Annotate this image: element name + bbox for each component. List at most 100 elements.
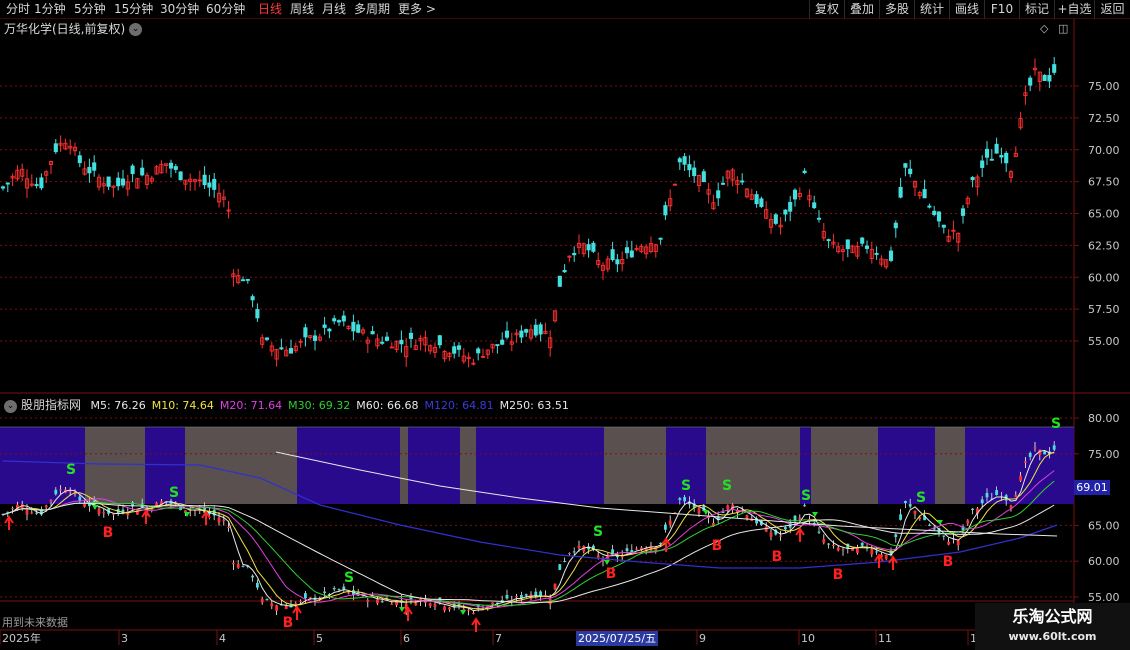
candle-body [572,253,577,256]
candle-body [692,167,697,177]
kline-chart[interactable]: B B B B B B B S S S S S S S S S 75.00 72.50 70.00 67.50 65.… [0,0,1130,650]
diamond-icon[interactable]: ◇ [1040,22,1048,35]
indicator-candle-body [505,595,509,599]
candle-body [495,344,500,347]
indicator-candle-body [784,527,787,530]
ma-legend-item: M10: 74.64 [151,399,214,412]
candle-body [452,346,457,354]
indicator-candle-body [769,532,773,537]
indicator-candle-body [448,607,451,610]
candle-body [610,249,615,260]
indicator-candle-body [798,517,802,520]
candle-body [130,165,135,175]
buy-signal: B [833,567,844,583]
gray-band [205,427,297,504]
candle-body [370,331,375,335]
candle-body [336,320,342,323]
indicator-candle-body [894,534,898,537]
candle-body [245,278,250,281]
indicator-candle-body [515,596,518,598]
date-label: 3 [121,632,128,645]
down-arrow-icon [184,512,190,517]
indicator-candle-body [25,509,29,515]
watermark-url: www.60lt.com [1008,630,1097,643]
date-label: 4 [219,632,226,645]
indicator-candle-body [1033,447,1037,449]
candle-body [53,143,58,153]
candle-body [716,190,721,199]
indicator-candle-body [596,555,600,558]
candle-body [701,171,706,183]
indicator-candle-body [260,598,264,603]
up-arrow-icon [795,527,805,542]
candle-body [999,154,1004,158]
candle-body [279,347,284,350]
ma-legend-item: M250: 63.51 [499,399,569,412]
gray-band [935,427,965,504]
down-arrow-icon [460,610,466,615]
chevron-down-icon[interactable]: ⌄ [129,23,143,36]
price-axis-label: 67.50 [1088,176,1120,189]
candle-body [936,211,942,222]
candle-body [783,209,788,215]
candle-body [116,177,121,187]
indicator-candle-body [563,560,566,562]
candle-body [322,324,327,328]
chevron-down-icon[interactable]: ⌄ [4,399,17,413]
indicator-candle-body [30,512,34,514]
candle-body [658,237,663,240]
candle-body [384,336,390,341]
purple-band [878,427,892,504]
indicator-candle-body [1024,461,1027,463]
indicator-candle-body [995,490,998,496]
candle-body [264,337,270,340]
candle-body [860,237,865,244]
candle-body [984,148,990,158]
gray-band [400,427,408,504]
chart-corner-controls: ◇ ◫ [1040,22,1068,35]
down-arrow-icon [604,560,610,565]
gray-band [85,427,145,504]
indicator-name: 股朋指标网 [21,398,82,412]
candle-body [327,328,332,332]
indicator-candle-body [59,489,62,491]
window-restore-icon[interactable]: ◫ [1058,22,1068,35]
indicator-candle-body [227,527,230,529]
candle-body [106,176,111,187]
date-label: 9 [699,632,706,645]
candle-body [255,309,260,319]
indicator-candle-body [524,594,528,596]
date-axis: 2025年 3 4 5 6 7 9 10 11 1 [0,630,977,645]
buy-signal: B [772,549,783,565]
purple-band [408,427,460,504]
price-axis-label: 65.00 [1088,208,1120,221]
ma-legend-item: M60: 66.68 [356,399,419,412]
candle-body [519,330,524,338]
indicator-candle-body [49,499,53,502]
sell-signal: S [1051,416,1061,432]
ma-legend-values: M5: 76.26 M10: 74.64 M20: 71.64 M30: 69.32 M… [91,399,575,412]
candle-body [212,178,217,190]
candle-body [303,327,308,338]
indicator-candle-body [822,539,826,543]
buy-signal: B [606,566,617,582]
ma-legend-item: M5: 76.26 [90,399,146,412]
indicator-candle-body [635,548,638,550]
sell-signal: S [801,488,811,504]
candle-body [994,143,999,154]
indicator-candle-body [433,604,437,607]
candle-body [1042,74,1047,81]
indicator-candle-body [380,601,384,603]
indicator-candle-body [534,591,538,598]
indicator-candle-body [54,489,58,495]
indicator-candle-body [83,503,86,507]
indicator-candle-body [913,510,917,515]
candle-body [5,182,10,185]
indicator-axis-label: 80.00 [1088,412,1120,425]
indicator-candle-body [793,515,797,521]
indicator-candle-body [284,605,288,609]
indicator-candle-body [697,507,701,514]
indicator-candle-body [827,543,830,545]
sell-signal: S [169,485,179,501]
indicator-candle-body [467,609,470,611]
